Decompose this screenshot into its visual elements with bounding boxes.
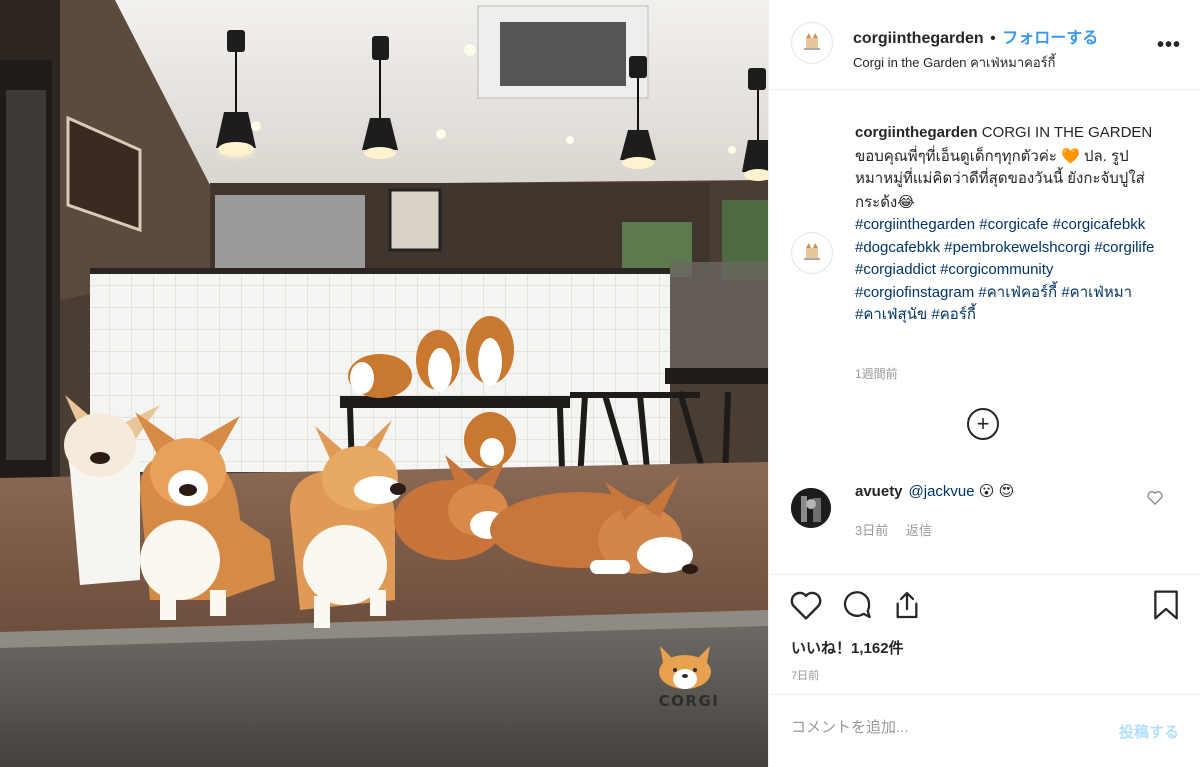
comment-like-heart-icon[interactable] [1147,490,1163,510]
post-date[interactable]: 7日前 [791,667,819,683]
reply-button[interactable]: 返信 [906,523,932,538]
follow-button[interactable]: フォローする [1002,30,1098,47]
post-location[interactable]: Corgi in the Garden คาเฟ่หมาคอร์กี้ [853,52,1141,73]
share-upload-icon[interactable] [891,589,923,626]
author-avatar[interactable] [791,22,833,64]
corgi-avatar-icon [804,33,820,50]
comment-timestamp[interactable]: 3日前 [855,523,888,538]
load-more-comments-button[interactable]: + [967,408,999,440]
comment-bubble-icon[interactable] [841,589,873,626]
post-photo[interactable]: CORGI [0,0,768,767]
corgi-logo-text: CORGI [658,692,720,710]
corgi-logo-icon [659,646,711,689]
caption-username[interactable]: corgiinthegarden [855,124,978,141]
post-photo-image [0,0,768,767]
hashtag[interactable]: #dogcafebkk [855,239,940,256]
bookmark-icon[interactable] [1151,589,1181,626]
comment-row: avuety @jackvue 😮 😍 [855,482,1014,500]
post-actions: いいね！1,162件 7日前 [769,574,1200,694]
hashtag[interactable]: #corgicafe [979,216,1048,233]
comment-meta: 3日前 返信 [855,520,946,539]
hashtag[interactable]: #คอร์กี้ [931,306,976,323]
post-caption: corgiinthegarden CORGI IN THE GARDEN ขอบ… [855,122,1155,327]
laughing-emoji: 😂 [897,192,915,211]
post-side-panel: corgiinthegarden • フォローする Corgi in the G… [768,0,1200,767]
commenter-avatar[interactable] [791,488,831,528]
add-comment-bar: 投稿する [769,694,1200,767]
author-username[interactable]: corgiinthegarden [853,30,984,47]
likes-count[interactable]: いいね！1,162件 [791,637,904,658]
plus-circle-icon: + [976,411,990,436]
header-text: corgiinthegarden • フォローする Corgi in the G… [853,24,1141,73]
hashtag[interactable]: #corgicommunity [940,261,1053,278]
caption-avatar[interactable] [791,232,833,274]
corgi-avatar-icon [804,243,820,260]
hashtag[interactable]: #corgiinthegarden [855,216,975,233]
comment-input[interactable] [791,719,1081,736]
caption-timestamp[interactable]: 1週間前 [855,365,898,382]
hashtag[interactable]: #คาเฟ่คอร์กี้ [978,284,1057,301]
hashtag[interactable]: #pembrokewelshcorgi [944,239,1090,256]
post-header: corgiinthegarden • フォローする Corgi in the G… [769,0,1200,90]
hashtag[interactable]: #corgicafebkk [1053,216,1146,233]
hashtag[interactable]: #corgilife [1094,239,1154,256]
comment-emojis: 😮 😍 [978,483,1015,500]
post-comment-button[interactable]: 投稿する [1119,721,1179,742]
hashtag[interactable]: #corgiofinstagram [855,284,974,301]
commenter-avatar-image [791,488,831,528]
more-options-icon[interactable]: ••• [1157,34,1181,57]
comment-username[interactable]: avuety [855,483,903,500]
hashtag[interactable]: #คาเฟ่สุนัข [855,306,927,323]
comment-mention[interactable]: @jackvue [909,483,975,500]
corgi-watermark-logo: CORGI [654,644,724,710]
heart-outline-icon[interactable] [789,589,823,626]
orange-heart-emoji: 🧡 [1061,146,1080,165]
hashtag[interactable]: #corgiaddict [855,261,936,278]
hashtag[interactable]: #คาเฟ่หมา [1061,284,1132,301]
separator-dot: • [990,30,996,47]
